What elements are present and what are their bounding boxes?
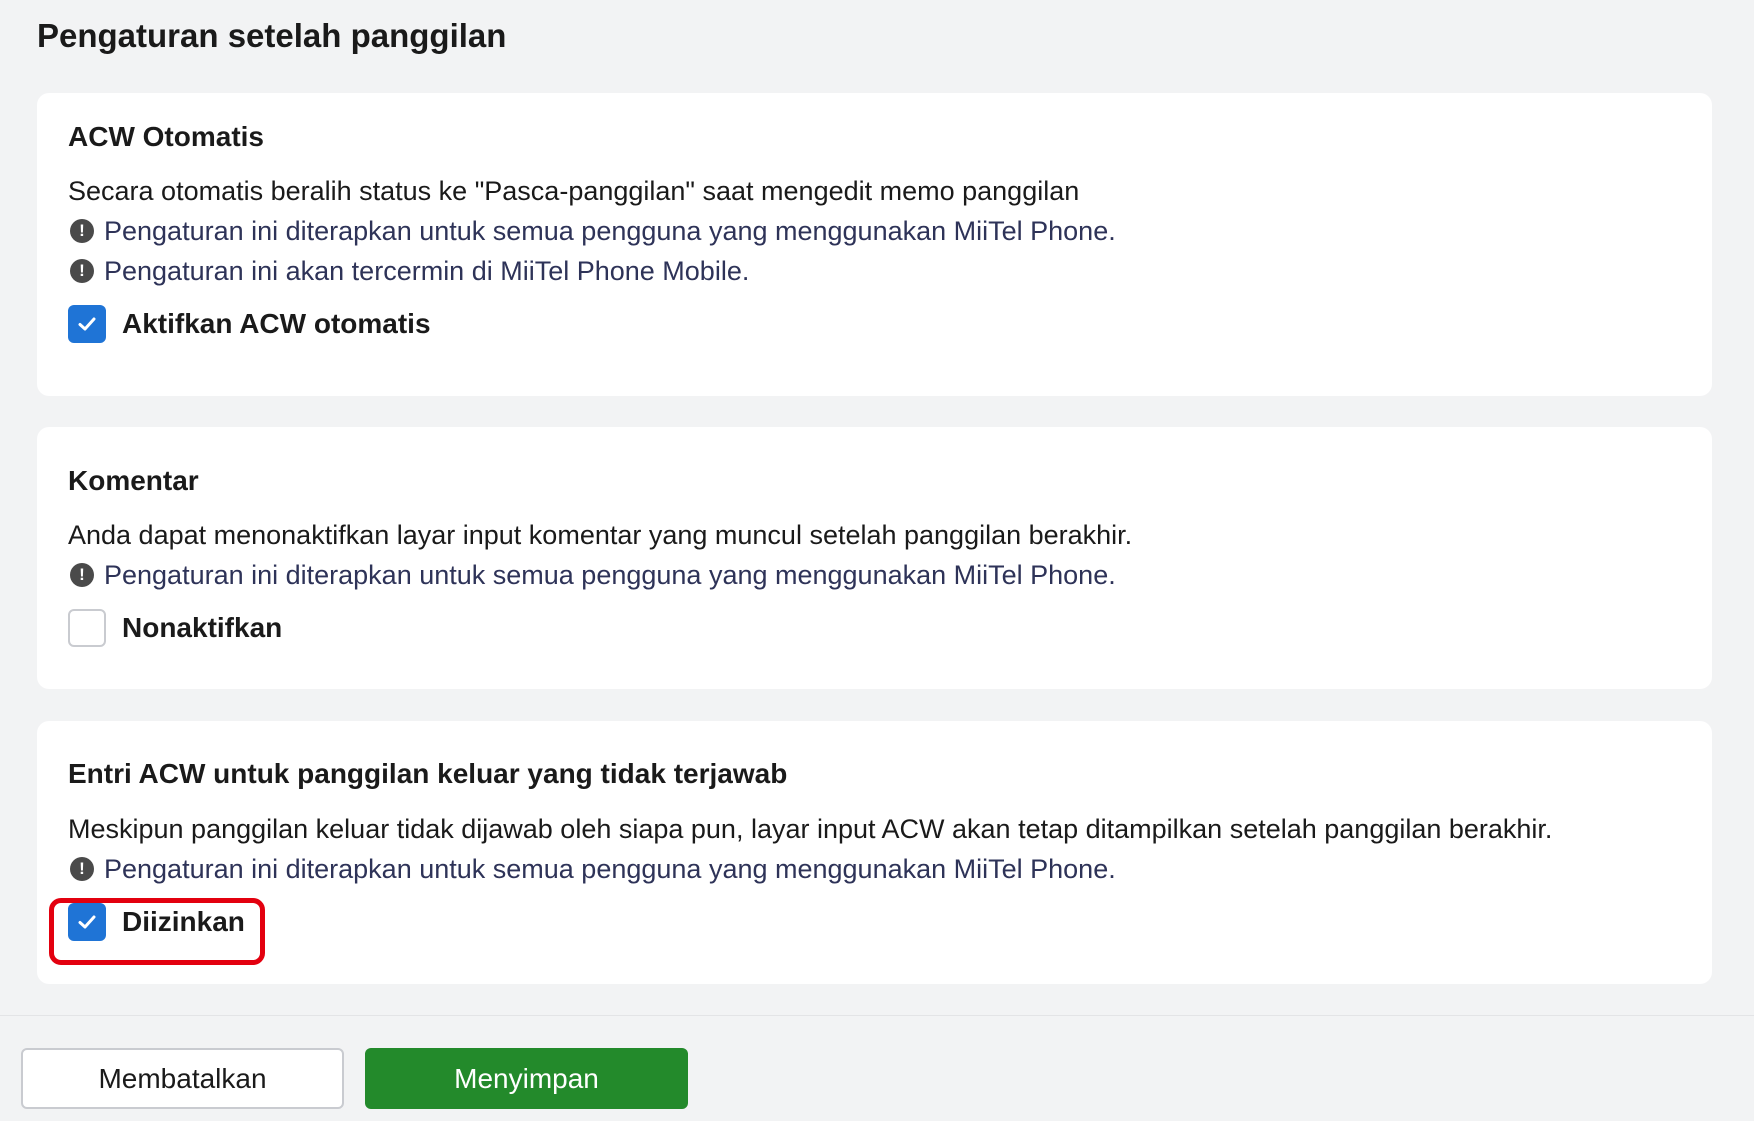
- footer-divider: [0, 1015, 1754, 1016]
- allow-acw-unanswered-checkbox-label[interactable]: Diizinkan: [122, 903, 245, 941]
- save-button[interactable]: Menyimpan: [365, 1048, 688, 1109]
- exclamation-circle-icon: !: [70, 219, 94, 243]
- auto-acw-checkbox-row[interactable]: Aktifkan ACW otomatis: [68, 305, 1681, 343]
- info-note: ! Pengaturan ini diterapkan untuk semua …: [68, 849, 1681, 889]
- section-acw-otomatis: ACW Otomatis Secara otomatis beralih sta…: [37, 93, 1712, 396]
- info-note-text: Pengaturan ini diterapkan untuk semua pe…: [104, 560, 1116, 590]
- section-description: Secara otomatis beralih status ke "Pasca…: [68, 176, 1080, 206]
- info-note: ! Pengaturan ini diterapkan untuk semua …: [68, 555, 1681, 595]
- section-title: ACW Otomatis: [68, 121, 264, 152]
- auto-acw-checkbox-label[interactable]: Aktifkan ACW otomatis: [122, 305, 431, 343]
- info-note-text: Pengaturan ini akan tercermin di MiiTel …: [104, 256, 750, 286]
- checkmark-icon: [78, 915, 96, 929]
- exclamation-circle-icon: !: [70, 563, 94, 587]
- info-note: ! Pengaturan ini akan tercermin di MiiTe…: [68, 251, 1681, 291]
- section-description: Anda dapat menonaktifkan layar input kom…: [68, 520, 1133, 550]
- auto-acw-checkbox[interactable]: [68, 305, 106, 343]
- page-title: Pengaturan setelah panggilan: [37, 17, 507, 54]
- disable-comment-checkbox-label[interactable]: Nonaktifkan: [122, 609, 282, 647]
- exclamation-circle-icon: !: [70, 259, 94, 283]
- info-note: ! Pengaturan ini diterapkan untuk semua …: [68, 211, 1681, 251]
- disable-comment-checkbox[interactable]: [68, 609, 106, 647]
- allow-acw-unanswered-checkbox[interactable]: [68, 903, 106, 941]
- info-note-text: Pengaturan ini diterapkan untuk semua pe…: [104, 216, 1116, 246]
- section-komentar: Komentar Anda dapat menonaktifkan layar …: [37, 427, 1712, 689]
- disable-comment-checkbox-row[interactable]: Nonaktifkan: [68, 609, 1681, 647]
- allow-acw-unanswered-checkbox-row[interactable]: Diizinkan: [68, 903, 1681, 941]
- checkmark-icon: [78, 317, 96, 331]
- cancel-button[interactable]: Membatalkan: [21, 1048, 344, 1109]
- section-description: Meskipun panggilan keluar tidak dijawab …: [68, 814, 1553, 844]
- section-title: Entri ACW untuk panggilan keluar yang ti…: [68, 758, 788, 789]
- exclamation-circle-icon: !: [70, 857, 94, 881]
- section-acw-unanswered: Entri ACW untuk panggilan keluar yang ti…: [37, 721, 1712, 984]
- section-title: Komentar: [68, 465, 199, 496]
- info-note-text: Pengaturan ini diterapkan untuk semua pe…: [104, 854, 1116, 884]
